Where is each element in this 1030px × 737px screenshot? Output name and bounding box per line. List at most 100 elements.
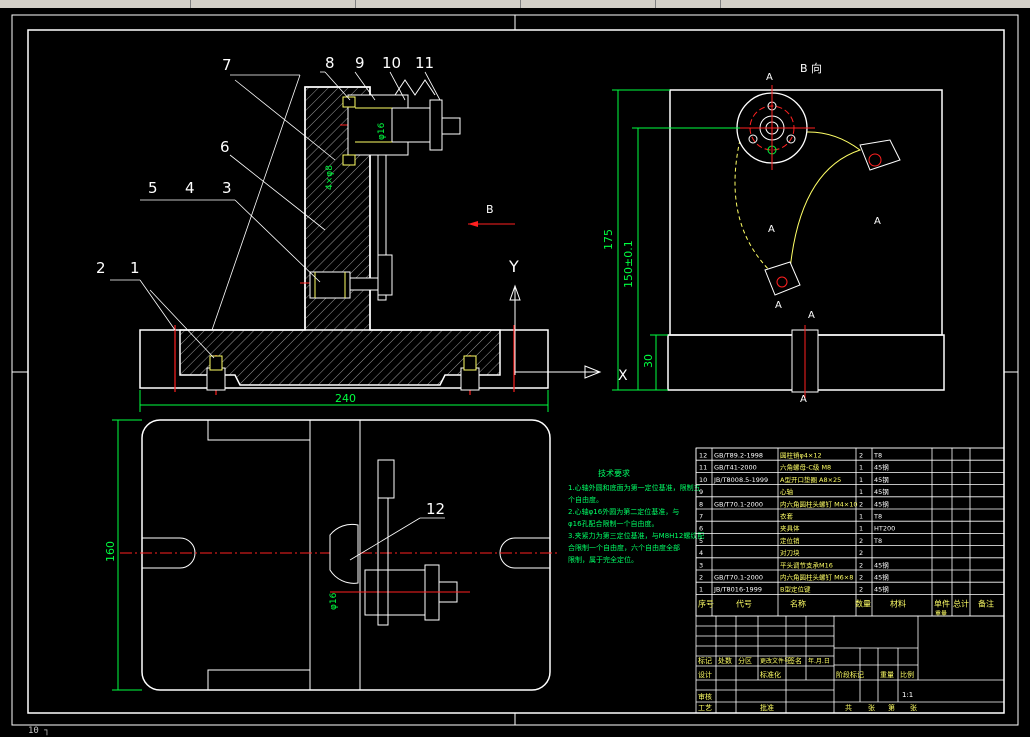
- technical-notes: 技术要求 1.心轴外圆和底面为第一定位基准，限制五 个自由度。 2.心轴φ16外…: [568, 468, 704, 564]
- tb-label: 签名: [788, 656, 802, 665]
- tb-label: 重量: [880, 671, 894, 679]
- tb-label: 标准化: [760, 670, 781, 679]
- note-line: 限制，属于完全定位。: [568, 555, 638, 564]
- dim-label: 240: [335, 392, 356, 405]
- callout-number: 4: [185, 179, 195, 197]
- bom-header-name: 名称: [790, 598, 806, 608]
- callout-number: 5: [148, 179, 158, 197]
- block-top: [377, 459, 395, 499]
- bom-cell-no: 11: [699, 464, 707, 472]
- arrow-head: [468, 221, 478, 227]
- note-line: 合限制一个自由度，六个自由度全部: [568, 543, 680, 552]
- tb-label: 处数: [718, 656, 732, 665]
- bom-cell-material: 45钢: [874, 476, 889, 484]
- bom-cell-name: 内六角圆柱头螺钉 M4×10: [780, 499, 858, 508]
- bom-cell-code: JB/T8008.5-1999: [713, 476, 768, 484]
- bom-cell-code: GB/T70.1-2000: [714, 500, 763, 508]
- adjusting-support: [309, 271, 351, 299]
- tb-label: 年.月.日: [808, 657, 830, 665]
- taskbar-item[interactable]: [660, 0, 721, 8]
- callout-number: 8: [325, 54, 335, 72]
- tb-label: 张: [868, 703, 875, 712]
- callout-number: 6: [220, 138, 230, 156]
- bom-header-no: 序号: [698, 598, 714, 608]
- cad-drawing-canvas[interactable]: 1 2 3 4 5 6 7 8 9 10 11 φ16 4×φ8 B Y X 2…: [0, 8, 1030, 728]
- bom-cell-code: GB/T89.2-1998: [714, 452, 763, 460]
- bom-cell-name: 心轴: [780, 487, 794, 496]
- tb-label: 比例: [900, 670, 914, 679]
- callout-number: 1: [130, 259, 140, 277]
- tb-label: 更改文件号: [760, 657, 790, 665]
- dim-label: φ16: [377, 122, 387, 140]
- note-line: 1.心轴外圆和底面为第一定位基准，限制五: [568, 483, 701, 492]
- tb-label: 审核: [698, 692, 712, 701]
- section-mark: A: [775, 300, 782, 311]
- bom-cell-name: A型开口垫圈 A8×25: [780, 475, 841, 484]
- bom-cell-no: 1: [699, 586, 703, 594]
- taskbar-item[interactable]: [525, 0, 656, 8]
- workpiece-arm: [859, 139, 901, 171]
- callout-number: 2: [96, 259, 106, 277]
- bom-cell-material: 45钢: [874, 586, 889, 594]
- bom-cell-name: 六角螺母-C级 M8: [780, 463, 831, 472]
- key-screw: [209, 355, 223, 371]
- taskbar: [0, 0, 1030, 8]
- bom-cell-qty: 2: [859, 586, 863, 594]
- bom-cell-qty: 2: [859, 561, 863, 569]
- bom-cell-code: GB/T70.1-2000: [714, 574, 763, 582]
- bom-cell-no: 7: [699, 513, 703, 521]
- dim-label: 4×φ8: [325, 165, 335, 190]
- bom-cell-name: 圆柱销φ4×12: [780, 451, 822, 460]
- section-mark: A: [766, 72, 773, 83]
- section-mark: A: [874, 216, 881, 227]
- taskbar-item[interactable]: [195, 0, 356, 8]
- bom-cell-no: 10: [699, 476, 707, 484]
- callout-number: 9: [355, 54, 365, 72]
- bom-cell-no: 3: [699, 561, 703, 569]
- tb-label: 批准: [760, 703, 774, 712]
- axis-x-label: X: [618, 368, 628, 384]
- bom-cell-material: 45钢: [874, 464, 889, 472]
- status-text: 10 ┐: [28, 726, 50, 736]
- support-pin: [349, 277, 379, 291]
- screw-head: [342, 154, 356, 166]
- mandrel: [391, 107, 433, 143]
- bom-cell-name: 夹具体: [780, 524, 800, 533]
- outline: [207, 669, 310, 690]
- washer: [429, 99, 443, 151]
- bom-cell-name: 定位销: [780, 536, 800, 545]
- bom-cell-qty: 2: [859, 452, 863, 460]
- bom-header-mat: 材料: [890, 598, 906, 608]
- bom-cell-qty: 1: [859, 513, 863, 521]
- callout-number: 3: [222, 179, 232, 197]
- notes-title: 技术要求: [598, 468, 630, 478]
- section-mark: A: [800, 394, 807, 405]
- dim-label: 160: [104, 541, 117, 562]
- status-bar: 10 ┐: [0, 726, 1030, 737]
- taskbar-item[interactable]: [360, 0, 521, 8]
- bom-cell-no: 5: [699, 537, 703, 545]
- bom-cell-material: HT200: [874, 525, 895, 533]
- bom-cell-qty: 1: [859, 488, 863, 496]
- dim-label: 175: [602, 229, 615, 250]
- section-mark: A: [808, 310, 815, 321]
- bom-cell-name: B型定位键: [780, 585, 811, 594]
- locating-key: [460, 367, 480, 391]
- top-view: 12 φ16 160: [104, 419, 560, 691]
- bom-cell-material: 45钢: [874, 488, 889, 496]
- key-screw: [463, 355, 477, 371]
- dim-label: φ16: [329, 592, 339, 610]
- bom-header-unit: 单件: [934, 598, 950, 608]
- note-line: φ16孔配合限制一个自由度。: [568, 519, 659, 528]
- outline: [207, 420, 310, 441]
- bom-cell-qty: 1: [859, 476, 863, 484]
- taskbar-item[interactable]: [60, 0, 191, 8]
- tb-value: 1:1: [902, 691, 913, 699]
- bom-cell-material: T8: [873, 513, 882, 521]
- bom-cell-qty: 1: [859, 464, 863, 472]
- tb-label: 第: [888, 703, 895, 712]
- bom-cell-material: 45钢: [874, 574, 889, 582]
- bom-cell-material: 45钢: [874, 500, 889, 508]
- setting-block: [377, 254, 393, 296]
- bom-cell-qty: 1: [859, 525, 863, 533]
